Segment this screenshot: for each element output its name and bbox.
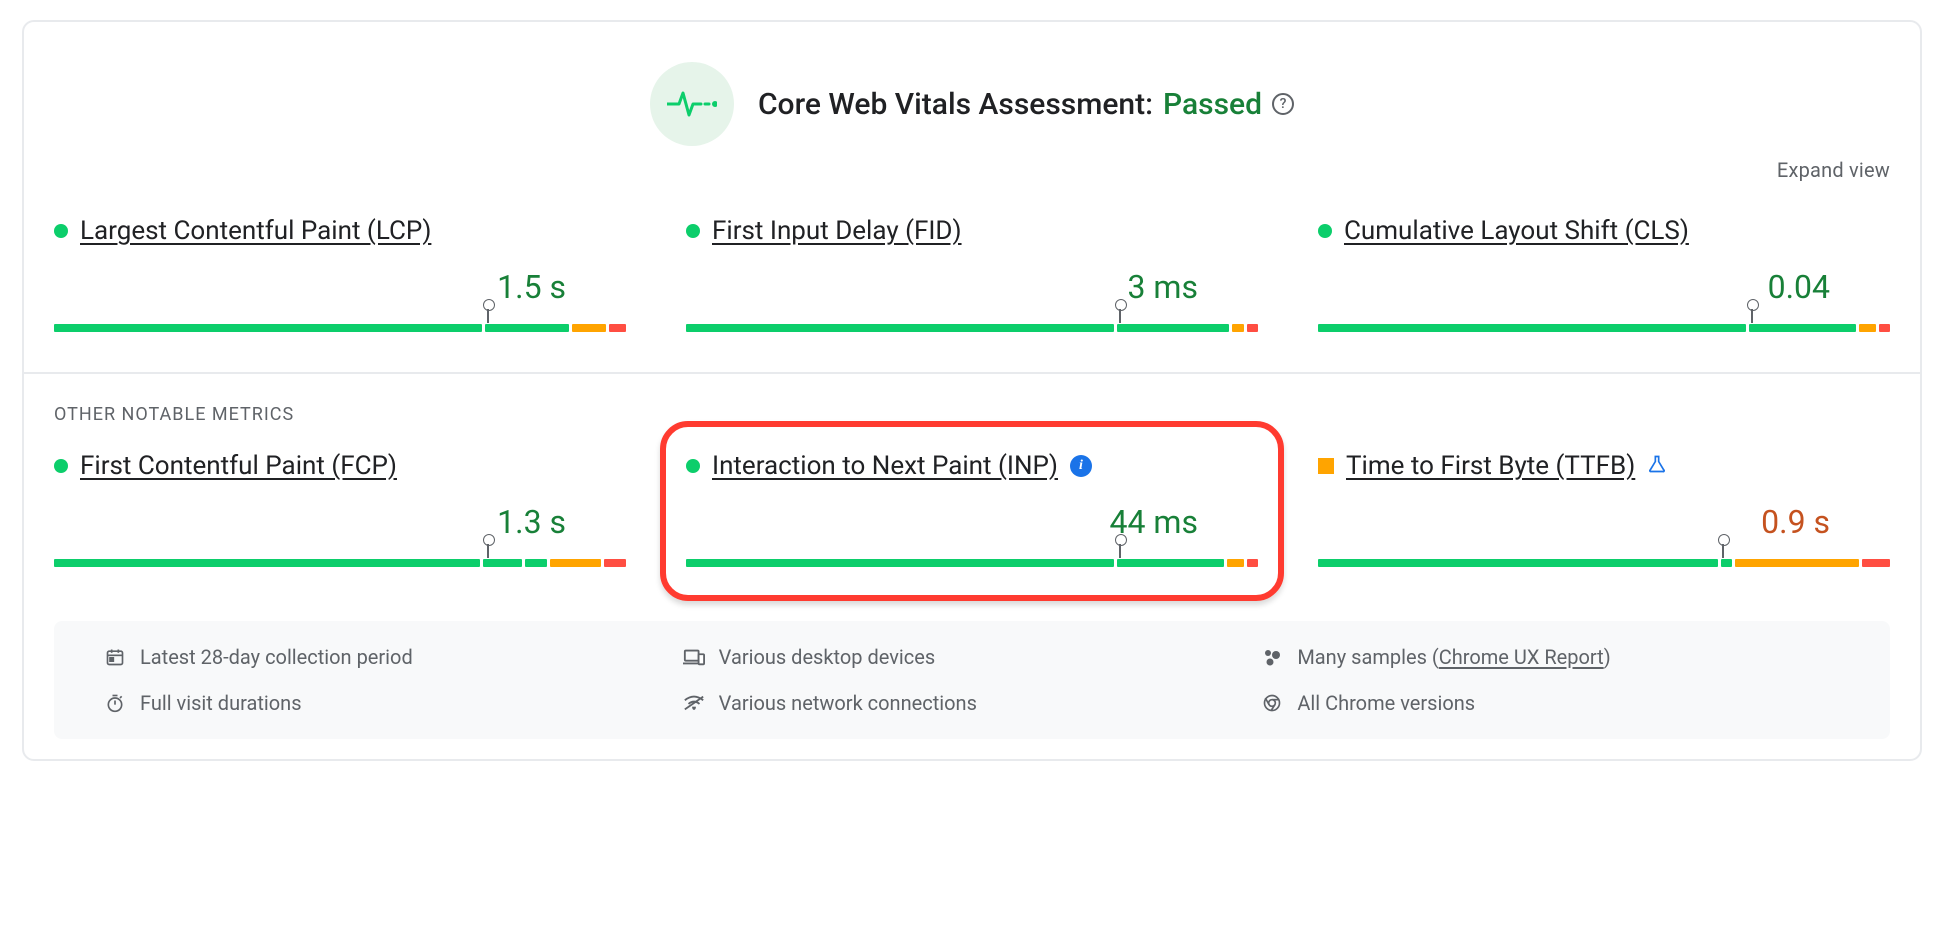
footer-network: Various network connections [683, 691, 1262, 715]
gauge-marker [1119, 306, 1123, 324]
metric: Interaction to Next Paint (INP) i 44 ms [686, 451, 1258, 567]
metric-name-link[interactable]: First Contentful Paint (FCP) [80, 451, 397, 481]
core-metrics-grid: Largest Contentful Paint (LCP) 1.5 s First… [54, 216, 1890, 332]
stopwatch-icon [104, 693, 126, 713]
gauge-segment [1735, 559, 1859, 567]
divider [24, 372, 1920, 374]
header: Core Web Vitals Assessment: Passed ? [54, 62, 1890, 146]
gauge-segment [1318, 324, 1746, 332]
metric-name-link[interactable]: Time to First Byte (TTFB) [1346, 451, 1635, 481]
metric-name-link[interactable]: Largest Contentful Paint (LCP) [80, 216, 431, 246]
metric-name-link[interactable]: First Input Delay (FID) [712, 216, 962, 246]
gauge-segment [550, 559, 600, 567]
info-icon[interactable]: i [1070, 455, 1092, 477]
metric-value: 1.3 s [54, 503, 626, 541]
help-icon[interactable]: ? [1272, 93, 1294, 115]
metric: First Contentful Paint (FCP) 1.3 s [54, 451, 626, 567]
metric-title-row: Largest Contentful Paint (LCP) [54, 216, 626, 246]
metric: Time to First Byte (TTFB) 0.9 s [1318, 451, 1890, 567]
gauge-segment [54, 324, 482, 332]
metric-gauge [54, 312, 626, 332]
gauge-segment [1247, 559, 1258, 567]
status-dot [686, 224, 700, 238]
metric-title-row: First Input Delay (FID) [686, 216, 1258, 246]
metric-value: 1.5 s [54, 268, 626, 306]
metric-gauge [54, 547, 626, 567]
gauge-segment [609, 324, 626, 332]
gauge-segment [1721, 559, 1732, 567]
metric: Largest Contentful Paint (LCP) 1.5 s [54, 216, 626, 332]
gauge-segment [572, 324, 606, 332]
gauge-segment [483, 559, 522, 567]
gauge-segment [1859, 324, 1876, 332]
calendar-icon [104, 647, 126, 667]
vitals-pulse-icon [650, 62, 734, 146]
gauge-segment [1227, 559, 1244, 567]
samples-icon [1261, 647, 1283, 667]
footer-samples: Many samples (Chrome UX Report) [1261, 645, 1840, 669]
metric-name-link[interactable]: Cumulative Layout Shift (CLS) [1344, 216, 1689, 246]
status-dot [54, 224, 68, 238]
chrome-icon [1261, 693, 1283, 713]
footer-chrome: All Chrome versions [1261, 691, 1840, 715]
gauge-marker [1751, 306, 1755, 324]
metric-title-row: Interaction to Next Paint (INP) i [686, 451, 1258, 481]
crux-report-link[interactable]: Chrome UX Report [1439, 645, 1604, 669]
gauge-segment [686, 324, 1114, 332]
metric-gauge [686, 547, 1258, 567]
metric-title-row: First Contentful Paint (FCP) [54, 451, 626, 481]
metric-value: 3 ms [686, 268, 1258, 306]
footer-devices: Various desktop devices [683, 645, 1262, 669]
gauge-segment [1247, 324, 1258, 332]
footer-durations: Full visit durations [104, 691, 683, 715]
status-dot [686, 459, 700, 473]
gauge-segment [525, 559, 547, 567]
gauge-segment [54, 559, 480, 567]
metric-value: 44 ms [686, 503, 1258, 541]
gauge-segment [1879, 324, 1890, 332]
devices-icon [683, 647, 705, 667]
status-dot [1318, 224, 1332, 238]
network-icon [683, 694, 705, 712]
footer: Latest 28-day collection period Various … [54, 621, 1890, 739]
gauge-marker [487, 541, 491, 559]
metric-name-link[interactable]: Interaction to Next Paint (INP) [712, 451, 1058, 481]
metric-gauge [1318, 312, 1890, 332]
other-metrics-label: OTHER NOTABLE METRICS [54, 404, 1890, 425]
gauge-segment [485, 324, 569, 332]
status-square-orange [1318, 458, 1334, 474]
metric-title-row: Time to First Byte (TTFB) [1318, 451, 1890, 481]
gauge-segment [686, 559, 1114, 567]
gauge-segment [1749, 324, 1856, 332]
metric: First Input Delay (FID) 3 ms [686, 216, 1258, 332]
metric: Cumulative Layout Shift (CLS) 0.04 [1318, 216, 1890, 332]
gauge-marker [487, 306, 491, 324]
flask-icon[interactable] [1647, 451, 1667, 481]
assessment-title: Core Web Vitals Assessment: Passed ? [758, 87, 1294, 122]
gauge-marker [1119, 541, 1123, 559]
gauge-segment [1862, 559, 1890, 567]
footer-period: Latest 28-day collection period [104, 645, 683, 669]
gauge-marker [1722, 541, 1726, 559]
metric-gauge [1318, 547, 1890, 567]
vitals-card: Core Web Vitals Assessment: Passed ? Exp… [22, 20, 1922, 761]
gauge-segment [1117, 324, 1230, 332]
gauge-segment [1232, 324, 1243, 332]
gauge-segment [1117, 559, 1224, 567]
title-prefix: Core Web Vitals Assessment: [758, 87, 1153, 122]
status-dot [54, 459, 68, 473]
gauge-segment [1318, 559, 1718, 567]
metric-title-row: Cumulative Layout Shift (CLS) [1318, 216, 1890, 246]
metric-gauge [686, 312, 1258, 332]
gauge-segment [604, 559, 626, 567]
expand-view-link[interactable]: Expand view [54, 158, 1890, 182]
other-metrics-grid: First Contentful Paint (FCP) 1.3 s Interac… [54, 451, 1890, 567]
metric-value: 0.04 [1318, 268, 1890, 306]
metric-value: 0.9 s [1318, 503, 1890, 541]
assessment-status: Passed [1163, 87, 1262, 122]
